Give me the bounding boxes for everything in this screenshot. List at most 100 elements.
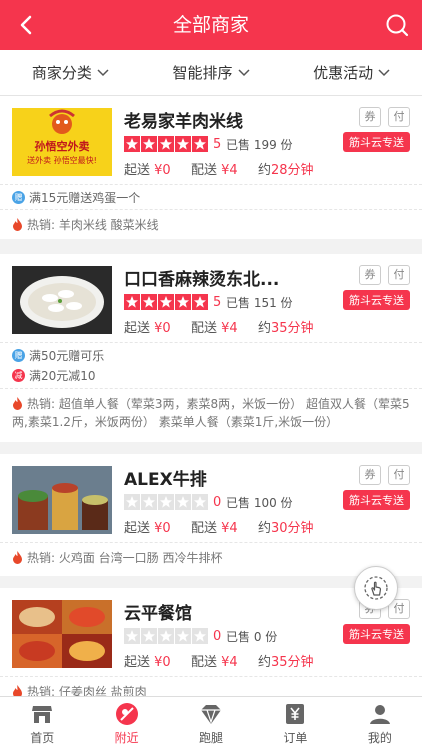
- delivery-badge: 筋斗云专送: [343, 290, 410, 310]
- time-label: 约: [257, 321, 271, 336]
- shop-card[interactable]: 口口香麻辣烫东北... 券 付 5 已售 151 份 筋斗云专送 起送 ¥0 配…: [0, 254, 422, 442]
- star-icon: [158, 294, 174, 310]
- min-order-value: ¥0: [154, 655, 171, 670]
- float-action-button[interactable]: [354, 566, 398, 610]
- tab-nearby[interactable]: 附近: [84, 697, 168, 750]
- star-icon: [175, 294, 191, 310]
- promo-text: 满50元赠可乐: [29, 348, 105, 363]
- tab-errand-label: 跑腿: [199, 730, 224, 745]
- hot-items: 热销: 超值单人餐（荤菜3两，素菜8两，米饭一份） 超值双人餐（荤菜5两,素菜1…: [0, 388, 422, 437]
- sold-count: 已售 151 份: [226, 296, 293, 310]
- shop-name: ALEX牛排: [124, 470, 207, 490]
- shop-card[interactable]: 云平餐馆 券 付 0 已售 0 份 筋斗云专送 起送 ¥0 配送 ¥4 约35分…: [0, 588, 422, 696]
- time-label: 约: [257, 163, 271, 178]
- rating-score: 5: [213, 294, 222, 310]
- delivery-time: 28分钟: [270, 163, 314, 178]
- tab-orders[interactable]: 订单: [253, 697, 337, 750]
- page-title: 全部商家: [172, 14, 249, 36]
- filter-promotion[interactable]: 优惠活动: [281, 50, 422, 95]
- user-icon: [369, 704, 390, 724]
- star-icon: [158, 136, 174, 152]
- delivery-time: 35分钟: [270, 655, 314, 670]
- filter-category-label: 商家分类: [31, 64, 92, 82]
- fire-icon: [13, 218, 22, 231]
- fee-info: 起送 ¥0 配送 ¥4 约30分钟: [124, 517, 314, 536]
- rating-stars: 0: [124, 494, 221, 510]
- yen-icon: [286, 703, 305, 724]
- sold-count: 已售 0 份: [226, 630, 278, 644]
- tab-mine[interactable]: 我的: [338, 697, 422, 750]
- star-icon: [158, 494, 174, 510]
- discount-badge: 减: [12, 368, 25, 382]
- delivery-fee-label: 配送: [190, 655, 217, 670]
- coupon-badge: 券: [359, 265, 381, 285]
- star-icon: [192, 294, 208, 310]
- promo-item: 赠 满50元赠可乐: [0, 345, 422, 365]
- fire-icon: [13, 551, 22, 564]
- hot-items: 热销: 火鸡面 台湾一口肠 西冷牛排杯: [0, 542, 422, 573]
- fire-icon: [13, 397, 22, 410]
- gift-badge: 赠: [12, 348, 25, 362]
- tab-home[interactable]: 首页: [0, 697, 84, 750]
- rating-score: 5: [213, 136, 222, 152]
- time-label: 约: [257, 655, 271, 670]
- coupon-badge: 券: [359, 465, 381, 485]
- shop-card[interactable]: 孙悟空外卖 送外卖 孙悟空最快! 老易家羊肉米线 券 付 5 已售 199 份 …: [0, 96, 422, 239]
- star-icon: [124, 494, 140, 510]
- chevron-down-icon: [378, 68, 390, 76]
- time-label: 约: [257, 521, 271, 536]
- tab-mine-label: 我的: [367, 730, 392, 745]
- star-icon: [192, 628, 208, 644]
- star-icon: [141, 494, 157, 510]
- delivery-fee-value: ¥4: [221, 521, 238, 536]
- shop-logo: [12, 466, 112, 534]
- chevron-down-icon: [97, 68, 109, 76]
- delivery-fee-label: 配送: [190, 521, 217, 536]
- min-order-value: ¥0: [154, 521, 171, 536]
- filter-category[interactable]: 商家分类: [0, 50, 141, 95]
- coupon-badge: 券: [359, 107, 381, 127]
- hot-items-text: 热销: 超值单人餐（荤菜3两，素菜8两，米饭一份） 超值双人餐（荤菜5两,素菜1…: [12, 397, 410, 429]
- rating-score: 0: [213, 628, 222, 644]
- fire-icon: [13, 685, 22, 696]
- sold-count: 已售 199 份: [226, 138, 293, 152]
- star-icon: [141, 628, 157, 644]
- tab-nearby-label: 附近: [114, 730, 139, 745]
- filter-sort-label: 智能排序: [172, 64, 233, 82]
- pay-badge: 付: [388, 465, 410, 485]
- delivery-fee-label: 配送: [190, 321, 217, 336]
- shop-logo: 孙悟空外卖 送外卖 孙悟空最快!: [12, 108, 112, 176]
- star-icon: [192, 136, 208, 152]
- delivery-fee-label: 配送: [190, 163, 217, 178]
- shop-card[interactable]: ALEX牛排 券 付 0 已售 100 份 筋斗云专送 起送 ¥0 配送 ¥4 …: [0, 454, 422, 576]
- location-icon: [115, 702, 138, 725]
- star-icon: [141, 294, 157, 310]
- shop-list: 孙悟空外卖 送外卖 孙悟空最快! 老易家羊肉米线 券 付 5 已售 199 份 …: [0, 96, 422, 696]
- tab-orders-label: 订单: [283, 730, 308, 745]
- star-icon: [141, 136, 157, 152]
- filter-sort[interactable]: 智能排序: [141, 50, 282, 95]
- bottom-tab-bar: 首页 附近 跑腿 订单 我的: [0, 696, 422, 750]
- search-icon[interactable]: [384, 12, 410, 38]
- filter-promotion-label: 优惠活动: [313, 64, 374, 82]
- promo-list: 赠 满50元赠可乐 减 满20元减10: [0, 342, 422, 387]
- promo-list: 赠 满15元赠送鸡蛋一个: [0, 184, 422, 209]
- tab-home-label: 首页: [30, 730, 55, 745]
- tab-errand[interactable]: 跑腿: [169, 697, 253, 750]
- delivery-fee-value: ¥4: [221, 321, 238, 336]
- delivery-badge: 筋斗云专送: [343, 132, 410, 152]
- hot-items: 热销: 仔姜肉丝 盐煎肉: [0, 676, 422, 696]
- hot-items-text: 热销: 羊肉米线 酸菜米线: [27, 218, 159, 232]
- star-icon: [124, 628, 140, 644]
- promo-item: 减 满20元减10: [0, 365, 422, 385]
- min-order-label: 起送: [124, 521, 151, 536]
- min-order-label: 起送: [124, 321, 151, 336]
- chevron-down-icon: [237, 68, 250, 76]
- rating-stars: 5: [124, 136, 221, 152]
- diamond-icon: [201, 704, 222, 724]
- star-icon: [175, 136, 191, 152]
- top-nav-bar: 全部商家: [0, 0, 422, 50]
- shop-logo: [12, 266, 112, 334]
- delivery-fee-value: ¥4: [221, 655, 238, 670]
- fee-info: 起送 ¥0 配送 ¥4 约35分钟: [124, 651, 314, 670]
